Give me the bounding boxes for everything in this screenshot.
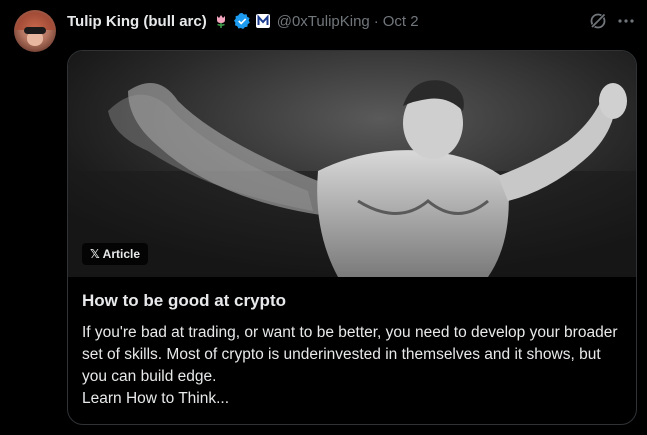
tweet-date[interactable]: Oct 2 xyxy=(383,13,419,30)
tweet-header: Tulip King (bull arc) @0xTulipKing · Oct… xyxy=(67,10,419,32)
affiliate-badge-icon[interactable] xyxy=(255,13,271,29)
article-preview: If you're bad at trading, or want to be … xyxy=(82,322,627,410)
verified-badge-icon[interactable] xyxy=(233,12,251,30)
article-preview-paragraph: If you're bad at trading, or want to be … xyxy=(82,324,618,385)
tweet[interactable]: Tulip King (bull arc) @0xTulipKing · Oct… xyxy=(0,0,647,435)
avatar-glasses xyxy=(24,27,46,34)
more-options-icon[interactable] xyxy=(616,11,636,31)
separator-dot: · xyxy=(373,12,379,30)
article-title[interactable]: How to be good at crypto xyxy=(82,291,286,311)
article-badge-label: Article xyxy=(102,247,141,261)
display-name[interactable]: Tulip King (bull arc) xyxy=(67,13,207,30)
article-card[interactable]: 𝕏 Article How to be good at crypto If yo… xyxy=(67,50,637,425)
handle[interactable]: @0xTulipKing xyxy=(277,13,370,30)
avatar-face xyxy=(27,32,43,46)
grok-icon[interactable] xyxy=(588,11,608,31)
article-badge: 𝕏 Article xyxy=(82,243,149,265)
tulip-icon xyxy=(216,15,225,28)
avatar[interactable] xyxy=(14,10,56,52)
x-logo-icon: 𝕏 xyxy=(90,247,100,261)
article-cover-image[interactable]: 𝕏 Article xyxy=(68,51,636,277)
cover-photo xyxy=(68,51,636,277)
article-preview-teaser: Learn How to Think... xyxy=(82,390,230,407)
